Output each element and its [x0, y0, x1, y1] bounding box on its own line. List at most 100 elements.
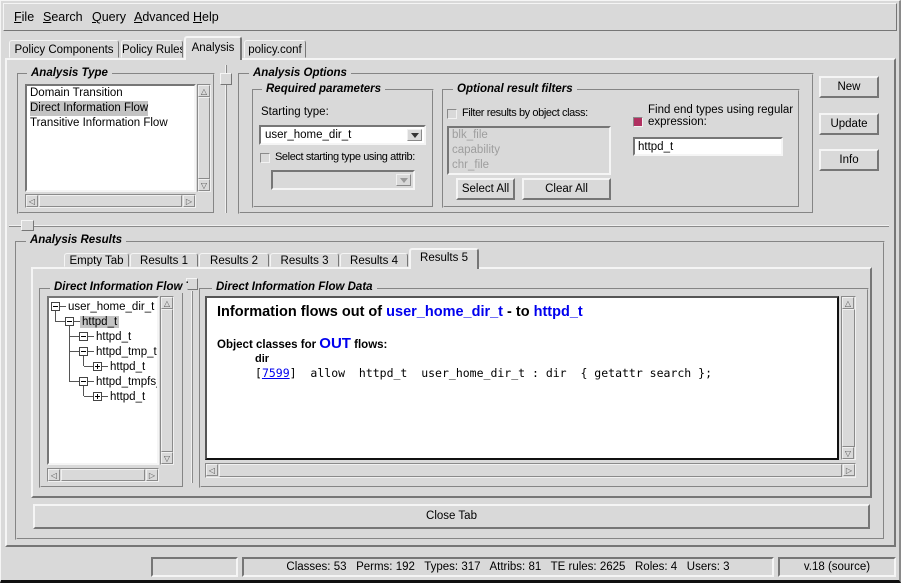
collapse-icon[interactable]: [79, 332, 88, 341]
list-item-domain-transition[interactable]: Domain Transition: [27, 86, 194, 101]
analysis-type-title: Analysis Type: [27, 67, 112, 79]
new-button[interactable]: New: [819, 76, 879, 98]
tree-node[interactable]: user_home_dir_t: [51, 301, 156, 312]
info-button[interactable]: Info: [819, 149, 879, 171]
tab-policy-conf[interactable]: policy.conf: [244, 40, 306, 58]
tree-node-label[interactable]: httpd_tmpfs_t: [94, 376, 159, 388]
expand-icon[interactable]: [93, 392, 102, 401]
tree-node[interactable]: httpd_tmp_t: [79, 346, 159, 357]
regex-checkbox[interactable]: [633, 117, 643, 127]
select-all-button[interactable]: Select All: [456, 178, 515, 200]
scroll-up-icon[interactable]: △: [198, 85, 210, 97]
tree-node-label[interactable]: httpd_t: [108, 361, 147, 373]
flow-data-text[interactable]: Information flows out of user_home_dir_t…: [205, 296, 839, 460]
menu-help[interactable]: Help: [193, 10, 219, 24]
tree-line: [70, 381, 79, 382]
pane-sash-vertical[interactable]: [225, 65, 227, 213]
regex-input[interactable]: [635, 139, 781, 154]
scroll-thumb[interactable]: [842, 309, 855, 447]
flow-data-vscrollbar[interactable]: △ ▽: [841, 296, 856, 460]
menu-advanced[interactable]: Advanced: [134, 10, 190, 24]
tree-node[interactable]: httpd_t: [93, 361, 147, 372]
scroll-thumb[interactable]: [219, 464, 842, 477]
tree-line: [70, 336, 79, 337]
tab-results-3[interactable]: Results 3: [270, 253, 339, 267]
collapse-icon[interactable]: [51, 302, 60, 311]
scroll-thumb[interactable]: [198, 97, 210, 179]
menu-file[interactable]: File: [14, 10, 34, 24]
pane-sash-handle[interactable]: [220, 73, 232, 85]
flow-heading: Information flows out of user_home_dir_t…: [217, 304, 583, 320]
regex-label-line2: expression:: [648, 116, 793, 128]
update-button[interactable]: Update: [819, 113, 879, 135]
object-class-item: chr_file: [449, 158, 609, 173]
tree-node-label[interactable]: httpd_tmp_t: [94, 346, 159, 358]
scroll-up-icon[interactable]: △: [161, 297, 173, 309]
pane-sash-horizontal[interactable]: [9, 225, 889, 227]
tree-node-label[interactable]: httpd_t: [94, 331, 133, 343]
scroll-right-icon[interactable]: ▷: [146, 469, 158, 481]
chevron-down-icon[interactable]: [407, 129, 422, 141]
collapse-icon[interactable]: [79, 377, 88, 386]
object-class-listbox-disabled: blk_file capability chr_file: [447, 126, 611, 175]
scroll-down-icon[interactable]: ▽: [198, 179, 210, 191]
rule-number-link[interactable]: 7599: [262, 366, 290, 380]
flow-tree-hscrollbar[interactable]: ◁ ▷: [47, 468, 159, 482]
collapse-icon[interactable]: [65, 317, 74, 326]
tree-node[interactable]: httpd_t: [65, 316, 119, 327]
analysis-type-vscrollbar[interactable]: △ ▽: [197, 84, 211, 192]
list-item-direct-information-flow[interactable]: Direct Information Flow: [30, 101, 148, 116]
tree-node-label[interactable]: httpd_t: [80, 316, 119, 328]
flow-data-hscrollbar[interactable]: ◁ ▷: [205, 463, 856, 478]
starting-type-combobox[interactable]: user_home_dir_t: [259, 125, 426, 145]
heading-source-type: user_home_dir_t: [386, 304, 503, 320]
regex-label-line1: Find end types using regular: [648, 104, 793, 116]
scroll-thumb[interactable]: [161, 309, 173, 452]
tree-node-label[interactable]: user_home_dir_t: [66, 301, 156, 313]
attrib-checkbox-label: Select starting type using attrib:: [275, 151, 415, 163]
scroll-down-icon[interactable]: ▽: [842, 447, 854, 459]
tab-empty-tab[interactable]: Empty Tab: [64, 253, 129, 267]
tab-results-4[interactable]: Results 4: [340, 253, 408, 267]
tab-analysis[interactable]: Analysis: [184, 36, 242, 60]
flow-tree[interactable]: user_home_dir_t httpd_t httpd_t httpd_tm…: [47, 296, 159, 465]
flow-tree-vscrollbar[interactable]: △ ▽: [160, 296, 174, 465]
tab-results-1[interactable]: Results 1: [130, 253, 198, 267]
heading-target-type: httpd_t: [534, 304, 583, 320]
tab-policy-components[interactable]: Policy Components: [9, 40, 119, 58]
scroll-thumb[interactable]: [61, 469, 145, 481]
subheading-prefix: Object classes for: [217, 339, 319, 351]
scroll-right-icon[interactable]: ▷: [843, 464, 855, 476]
clear-all-button[interactable]: Clear All: [522, 178, 611, 200]
pane-sash-handle[interactable]: [21, 220, 34, 231]
menu-query[interactable]: Query: [92, 10, 126, 24]
results-sash-vertical[interactable]: [191, 291, 193, 483]
analysis-type-hscrollbar[interactable]: ◁ ▷: [25, 194, 196, 208]
tab-results-2[interactable]: Results 2: [199, 253, 269, 267]
rule-text: allow httpd_t user_home_dir_t : dir { ge…: [297, 366, 712, 380]
expand-icon[interactable]: [93, 362, 102, 371]
tree-node-label[interactable]: httpd_t: [108, 391, 147, 403]
scroll-up-icon[interactable]: △: [842, 297, 854, 309]
tree-node[interactable]: httpd_t: [79, 331, 133, 342]
attrib-checkbox[interactable]: [260, 153, 270, 163]
scroll-right-icon[interactable]: ▷: [183, 195, 195, 207]
tree-line: [83, 386, 84, 396]
menu-search[interactable]: Search: [43, 10, 83, 24]
close-tab-button[interactable]: Close Tab: [33, 504, 870, 529]
scroll-thumb[interactable]: [39, 195, 182, 207]
tree-node[interactable]: httpd_tmpfs_t: [79, 376, 159, 387]
scroll-left-icon[interactable]: ◁: [206, 464, 218, 476]
analysis-type-listbox[interactable]: Domain Transition Direct Information Flo…: [25, 84, 196, 192]
tree-node[interactable]: httpd_t: [93, 391, 147, 402]
scroll-left-icon[interactable]: ◁: [48, 469, 60, 481]
collapse-icon[interactable]: [79, 347, 88, 356]
scroll-left-icon[interactable]: ◁: [26, 195, 38, 207]
tab-policy-rules[interactable]: Policy Rules: [121, 40, 183, 58]
scroll-down-icon[interactable]: ▽: [161, 452, 173, 464]
tab-results-5[interactable]: Results 5: [409, 248, 479, 269]
filter-by-class-checkbox[interactable]: [447, 109, 457, 119]
list-item-transitive-information-flow[interactable]: Transitive Information Flow: [27, 116, 194, 131]
object-class-name: dir: [255, 353, 269, 365]
heading-middle: - to: [503, 304, 534, 320]
